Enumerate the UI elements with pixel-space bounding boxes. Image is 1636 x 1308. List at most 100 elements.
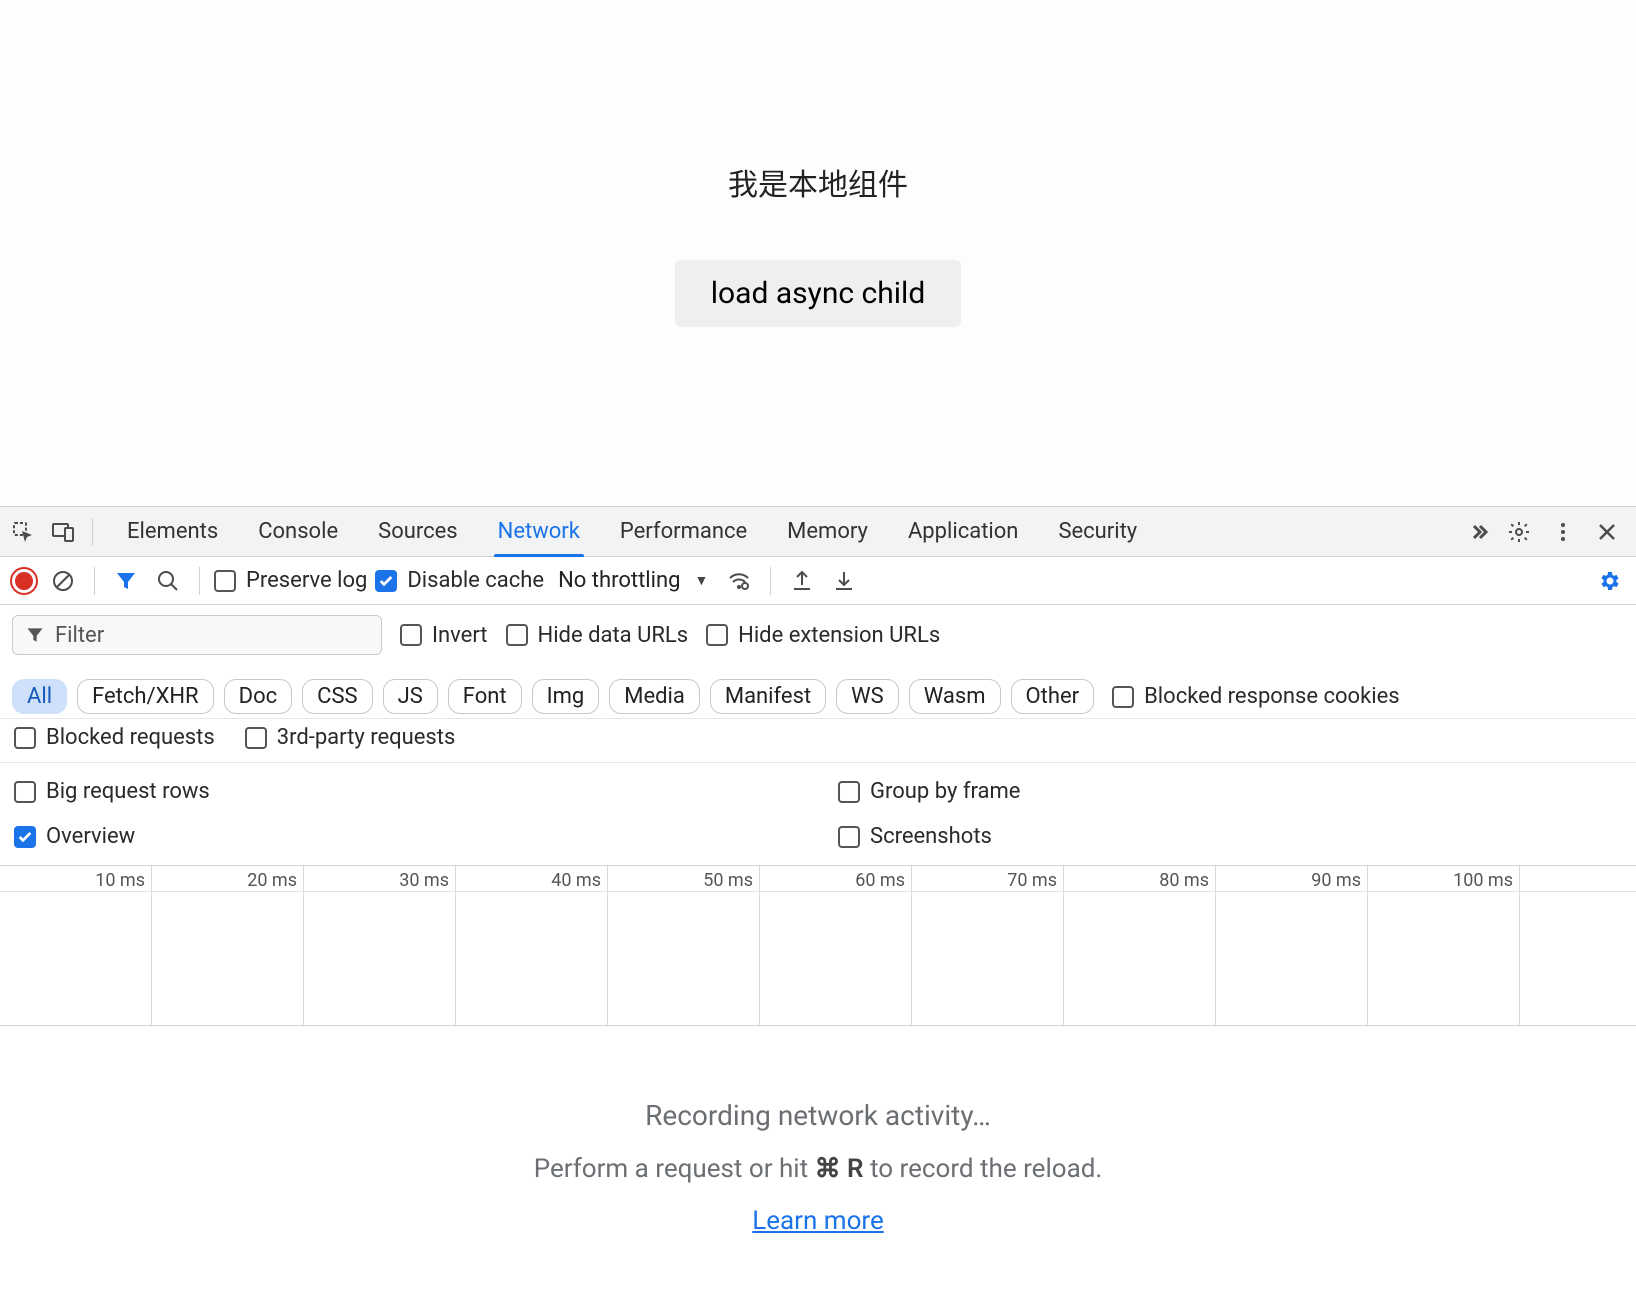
chevron-down-icon: ▼ [694,572,708,589]
separator [770,567,771,595]
page-preview: 我是本地组件 load async child [0,0,1636,506]
timeline-tick: 20 ms [152,866,304,891]
third-party-checkbox[interactable]: 3rd-party requests [245,725,456,750]
network-toolbar: Preserve log Disable cache No throttling… [0,557,1636,605]
timeline-ticks: 10 ms20 ms30 ms40 ms50 ms60 ms70 ms80 ms… [0,866,1636,892]
blocked-requests-checkbox[interactable]: Blocked requests [14,725,215,750]
blocked-cookies-checkbox[interactable]: Blocked response cookies [1112,684,1400,709]
disable-cache-checkbox[interactable]: Disable cache [375,568,544,593]
more-tabs-icon[interactable] [1462,515,1496,549]
network-conditions-icon[interactable] [722,564,756,598]
learn-more-link[interactable]: Learn more [752,1206,884,1236]
type-filter-pills: All Fetch/XHR Doc CSS JS Font Img Media Manifest… [12,679,1094,714]
network-settings-icon[interactable] [1592,564,1626,598]
tab-performance[interactable]: Performance [616,507,751,556]
type-pill-other[interactable]: Other [1011,679,1095,714]
import-har-icon[interactable] [827,564,861,598]
empty-title: Recording network activity… [645,1099,991,1132]
blocked-requests-label: Blocked requests [46,725,215,750]
funnel-icon [25,625,45,645]
tab-sources[interactable]: Sources [374,507,462,556]
preserve-log-label: Preserve log [246,568,367,593]
timeline-tick: 30 ms [304,866,456,891]
view-options: Big request rows Group by frame Overview… [0,763,1636,866]
timeline-tick: 60 ms [760,866,912,891]
device-toolbar-icon[interactable] [46,515,80,549]
devtools-panel: Elements Console Sources Network Performance… [0,506,1636,1308]
hide-extension-urls-checkbox[interactable]: Hide extension URLs [706,623,940,648]
page-heading: 我是本地组件 [728,160,908,204]
timeline-tick: 80 ms [1064,866,1216,891]
type-pill-all[interactable]: All [12,679,67,714]
filter-placeholder: Filter [55,623,104,648]
timeline-tick: 10 ms [0,866,152,891]
empty-hint-before: Perform a request or hit [534,1154,815,1184]
tab-application[interactable]: Application [904,507,1022,556]
group-by-frame-checkbox[interactable]: Group by frame [838,779,1622,804]
screenshots-checkbox[interactable]: Screenshots [838,824,1622,849]
timeline-tick: 100 ms [1368,866,1520,891]
group-by-frame-label: Group by frame [870,779,1020,804]
empty-hint: Perform a request or hit ⌘ R to record t… [534,1154,1103,1184]
filter-toggle-icon[interactable] [109,564,143,598]
timeline-tick: 90 ms [1216,866,1368,891]
kebab-menu-icon[interactable] [1546,515,1580,549]
close-devtools-icon[interactable] [1590,515,1624,549]
record-icon[interactable] [10,567,38,595]
blocked-cookies-label: Blocked response cookies [1144,684,1400,709]
tab-network[interactable]: Network [494,507,584,556]
hide-data-urls-checkbox[interactable]: Hide data URLs [506,623,689,648]
overview-checkbox[interactable]: Overview [14,824,798,849]
big-request-rows-checkbox[interactable]: Big request rows [14,779,798,804]
timeline-overview[interactable]: 10 ms20 ms30 ms40 ms50 ms60 ms70 ms80 ms… [0,866,1636,1026]
empty-hint-after: to record the reload. [870,1154,1102,1184]
load-async-button[interactable]: load async child [675,260,962,327]
disable-cache-label: Disable cache [407,568,544,593]
filter-row: Filter Invert Hide data URLs Hide extens… [0,605,1636,719]
type-pill-manifest[interactable]: Manifest [710,679,826,714]
timeline-grid [0,892,1636,1025]
devtools-tabstrip: Elements Console Sources Network Performance… [0,507,1636,557]
timeline-tick: 40 ms [456,866,608,891]
timeline-tick: 70 ms [912,866,1064,891]
export-har-icon[interactable] [785,564,819,598]
type-pill-font[interactable]: Font [448,679,522,714]
tab-memory[interactable]: Memory [783,507,872,556]
screenshots-label: Screenshots [870,824,992,849]
type-pill-css[interactable]: CSS [302,679,372,714]
type-pill-doc[interactable]: Doc [224,679,293,714]
tab-security[interactable]: Security [1054,507,1141,556]
third-party-label: 3rd-party requests [277,725,456,750]
type-pill-ws[interactable]: WS [836,679,899,714]
invert-checkbox[interactable]: Invert [400,623,488,648]
separator [92,518,93,546]
tab-elements[interactable]: Elements [123,507,222,556]
empty-state: Recording network activity… Perform a re… [0,1026,1636,1308]
separator [199,567,200,595]
settings-icon[interactable] [1502,515,1536,549]
invert-label: Invert [432,623,488,648]
search-icon[interactable] [151,564,185,598]
filter-input[interactable]: Filter [12,615,382,655]
inspect-element-icon[interactable] [6,515,40,549]
timeline-tick: 110 [1520,866,1636,891]
throttling-value: No throttling [558,568,680,593]
clear-icon[interactable] [46,564,80,598]
overview-label: Overview [46,824,135,849]
timeline-tick: 50 ms [608,866,760,891]
type-pill-fetch-xhr[interactable]: Fetch/XHR [77,679,214,714]
throttling-select[interactable]: No throttling ▼ [552,568,714,593]
big-request-rows-label: Big request rows [46,779,210,804]
preserve-log-checkbox[interactable]: Preserve log [214,568,367,593]
type-pill-js[interactable]: JS [383,679,438,714]
tab-console[interactable]: Console [254,507,342,556]
separator [94,567,95,595]
type-pill-img[interactable]: Img [532,679,600,714]
hide-extension-urls-label: Hide extension URLs [738,623,940,648]
empty-hint-key: ⌘ R [815,1154,864,1184]
type-pill-media[interactable]: Media [609,679,700,714]
type-pill-wasm[interactable]: Wasm [909,679,1001,714]
devtools-tabs: Elements Console Sources Network Performance… [123,507,1456,556]
filter-row-2: Blocked requests 3rd-party requests [0,719,1636,763]
hide-data-urls-label: Hide data URLs [538,623,689,648]
